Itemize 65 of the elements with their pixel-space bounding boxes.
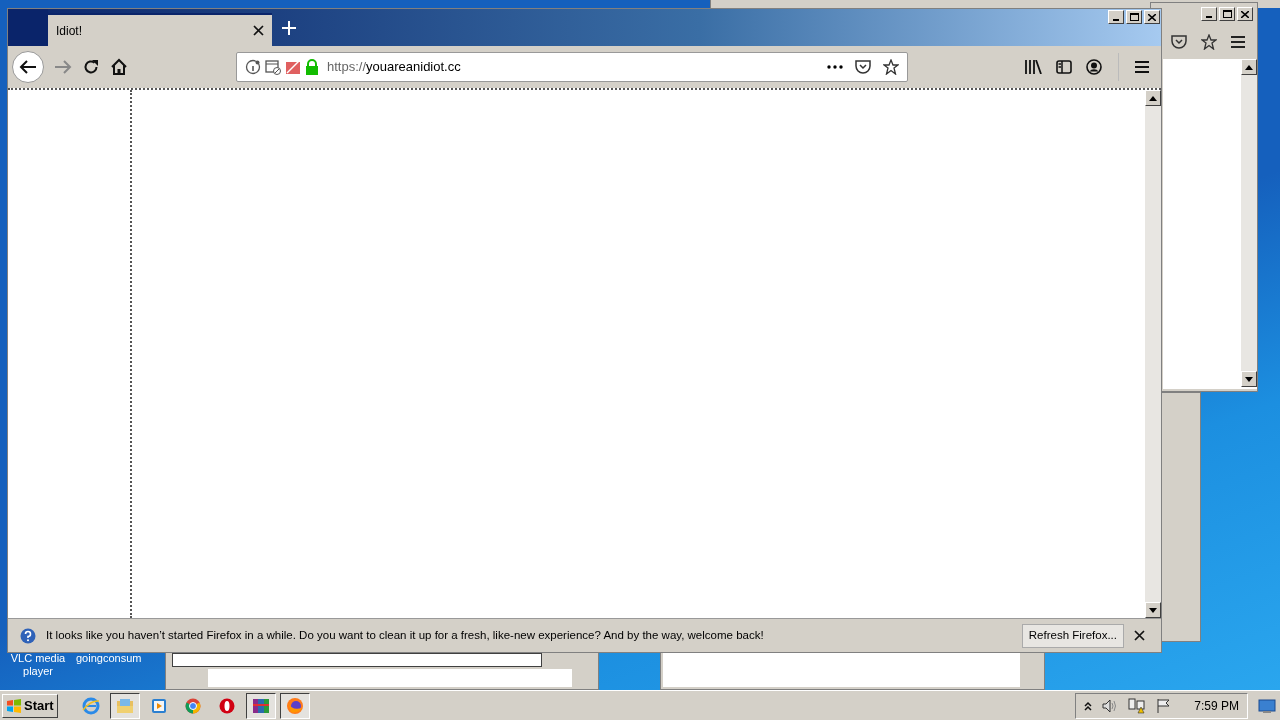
start-button[interactable]: Start xyxy=(2,693,58,718)
home-icon[interactable] xyxy=(110,58,128,76)
clock[interactable]: 7:59 PM xyxy=(1194,696,1239,715)
o-ring-icon xyxy=(218,697,235,714)
maximize-button[interactable] xyxy=(1126,10,1142,24)
globe-e-icon xyxy=(81,696,100,715)
reload-icon[interactable] xyxy=(82,58,100,76)
close-icon[interactable] xyxy=(1134,630,1145,641)
star-icon[interactable] xyxy=(883,59,899,75)
desktop-icon-label[interactable]: VLC media player xyxy=(8,652,68,678)
info-icon[interactable] xyxy=(245,59,261,75)
maximize-icon xyxy=(1129,13,1139,21)
close-button[interactable] xyxy=(1144,10,1160,24)
scrollbar[interactable] xyxy=(1145,90,1161,618)
star-icon[interactable] xyxy=(1201,34,1217,50)
maximize-button[interactable] xyxy=(1219,7,1235,21)
maximize-icon xyxy=(1222,10,1232,18)
pocket-icon[interactable] xyxy=(855,60,871,74)
minimize-button[interactable] xyxy=(1201,7,1217,21)
tab-title: Idiot! xyxy=(56,22,82,40)
chevron-up-icon[interactable] xyxy=(1084,700,1093,711)
back-arrow-icon xyxy=(19,59,37,75)
url-text: https://youareanidiot.cc xyxy=(327,58,461,77)
address-bar[interactable]: https://youareanidiot.cc xyxy=(236,52,908,82)
speaker-icon[interactable] xyxy=(1102,698,1119,713)
minimize-button[interactable] xyxy=(1108,10,1124,24)
refresh-button[interactable]: Refresh Firefox... xyxy=(1021,623,1124,648)
books-icon xyxy=(251,697,270,714)
permissions-icon[interactable] xyxy=(265,59,281,75)
play-icon xyxy=(150,697,167,714)
blocked-media-icon[interactable] xyxy=(285,59,301,75)
scrollbar[interactable] xyxy=(1241,59,1257,387)
notification-message: It looks like you haven’t started Firefox in a while. Do you want to clean it up for a fresh, like-new experience? And by the way, welcome back! xyxy=(46,627,764,643)
close-icon xyxy=(1241,10,1249,18)
account-icon[interactable] xyxy=(1086,59,1102,75)
arrow-up-icon xyxy=(1245,64,1253,70)
windows-logo-icon xyxy=(6,697,22,714)
close-icon xyxy=(1148,13,1156,21)
sidebar-icon[interactable] xyxy=(1056,60,1072,74)
new-tab-icon[interactable] xyxy=(282,20,296,35)
lock-icon[interactable] xyxy=(305,59,319,75)
taskbar-button[interactable] xyxy=(109,692,140,719)
arrow-down-icon xyxy=(1245,376,1253,382)
arrow-down-icon xyxy=(1149,607,1157,613)
minimize-icon xyxy=(1113,19,1119,21)
back-button[interactable] xyxy=(12,51,44,83)
desktop-icon-label[interactable]: goingconsum xyxy=(76,652,142,665)
help-icon xyxy=(20,627,36,644)
menu-icon[interactable] xyxy=(1135,61,1149,73)
pocket-icon[interactable] xyxy=(1171,35,1187,49)
round-tricolor-icon xyxy=(184,697,201,714)
close-button[interactable] xyxy=(1237,7,1253,21)
taskbar-button[interactable] xyxy=(245,692,276,719)
close-icon[interactable] xyxy=(253,25,264,36)
show-desktop-icon[interactable] xyxy=(1258,697,1276,714)
library-icon[interactable] xyxy=(1025,60,1042,74)
folder-icon xyxy=(115,697,134,714)
more-icon[interactable] xyxy=(827,65,843,69)
arrow-up-icon xyxy=(1149,95,1157,101)
browser-tab[interactable]: Idiot! xyxy=(48,13,272,46)
taskbar-button[interactable] xyxy=(279,692,310,719)
menu-icon[interactable] xyxy=(1231,36,1245,48)
network-warning-icon[interactable] xyxy=(1128,697,1147,714)
fox-globe-icon xyxy=(285,696,304,715)
minimize-icon xyxy=(1206,16,1212,18)
